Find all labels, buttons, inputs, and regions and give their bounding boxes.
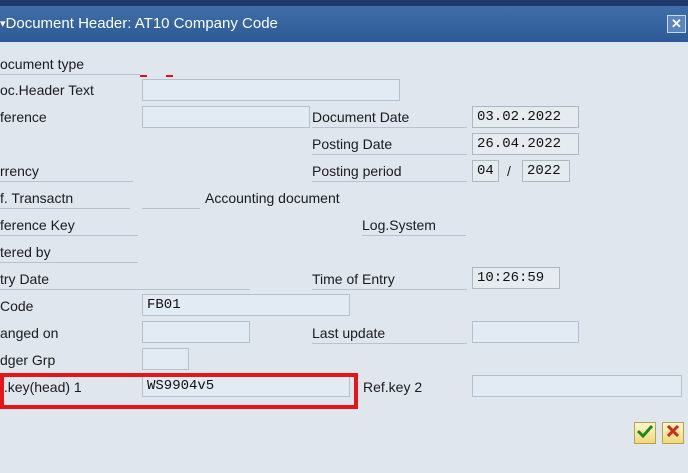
label-document-date: Document Date [312,107,467,128]
label-last-update: Last update [312,323,467,344]
label-posting-date: Posting Date [312,134,467,155]
cross-icon [666,424,680,443]
label-doc-header-text: oc.Header Text [0,82,94,98]
label-changed-on: anged on [0,325,59,341]
company-code-field[interactable]: FB01 [142,294,350,316]
accounting-document-label: Accounting document [205,190,340,206]
period-separator: / [507,163,511,179]
window-title-bar: ▾Document Header: AT10 Company Code ✕ [0,6,688,42]
label-time-of-entry: Time of Entry [312,269,467,290]
label-document-type: ocument type [0,54,140,75]
document-date-field[interactable]: 03.02.2022 [472,106,579,128]
close-window-button[interactable]: ✕ [667,15,686,33]
label-posting-period: Posting period [312,161,467,182]
ref-key-2-field[interactable] [472,375,682,397]
label-log-system: Log.System [362,215,466,236]
label-entry-date: try Date [0,269,250,290]
required-mark [166,75,173,77]
posting-period-year-field[interactable]: 2022 [522,160,570,182]
window-title: ▾Document Header: AT10 Company Code [0,15,278,32]
label-company-code: Code [0,298,34,314]
posting-period-month-field[interactable]: 04 [472,160,499,182]
highlight-box [0,373,358,409]
document-header-form: ocument type oc.Header Text ference rren… [0,42,688,473]
label-entered-by: tered by [0,242,138,263]
label-ref-key-2: Ref.key 2 [363,379,423,395]
label-currency: rrency [0,161,133,182]
required-mark [140,75,147,77]
cancel-button[interactable] [662,422,684,444]
label-reference-key: ference Key [0,215,138,236]
changed-on-field[interactable] [142,321,250,343]
doc-header-text-field[interactable] [142,79,400,101]
ledger-group-field[interactable] [142,348,189,370]
ref-transaction-value [142,188,200,209]
posting-date-field[interactable]: 26.04.2022 [472,133,579,155]
reference-field[interactable] [142,106,310,128]
confirm-button[interactable] [634,422,656,444]
last-update-field[interactable] [472,321,579,343]
label-ref-transaction: f. Transactn [0,188,130,209]
checkmark-icon [636,424,654,443]
close-icon: ✕ [671,16,682,31]
time-of-entry-field[interactable]: 10:26:59 [472,267,560,289]
label-reference: ference [0,109,47,125]
label-ledger-group: dger Grp [0,352,56,368]
